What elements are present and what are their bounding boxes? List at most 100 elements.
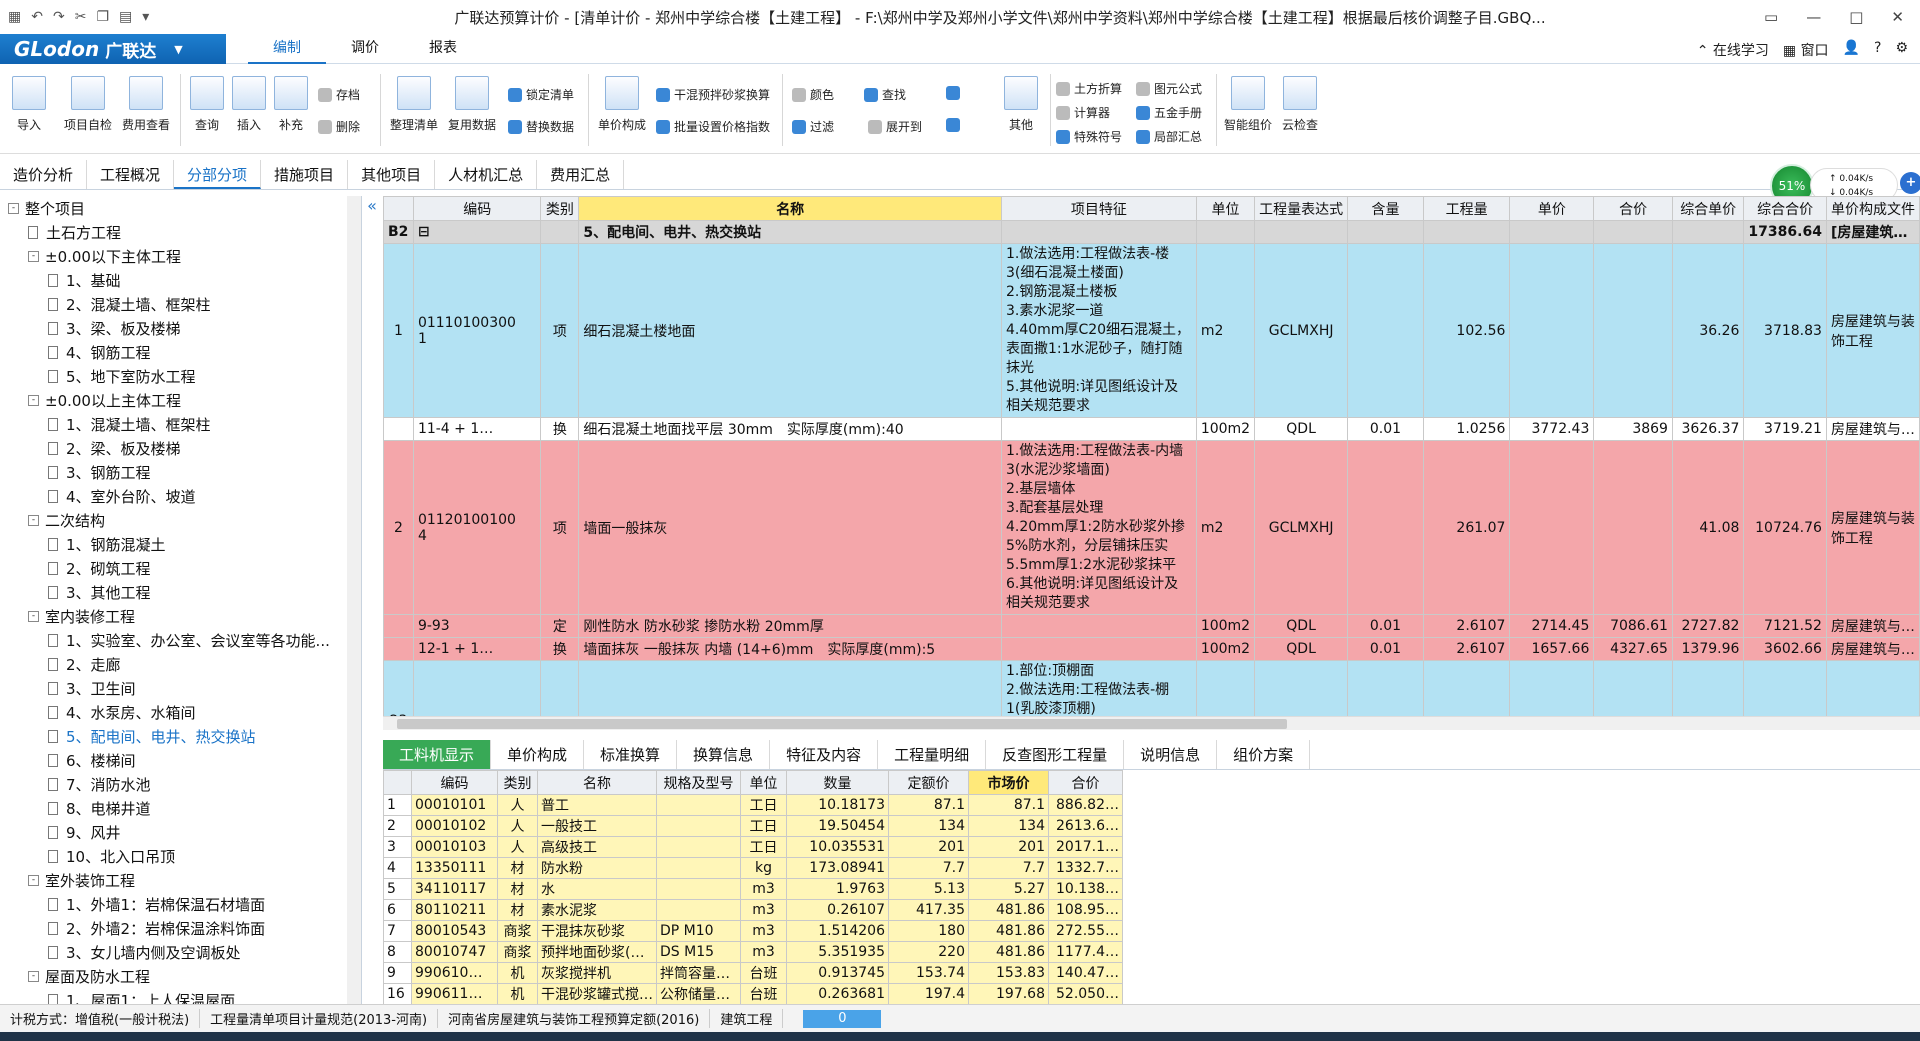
detail-tab[interactable]: 反查图形工程量 xyxy=(986,740,1125,769)
composite-total[interactable]: 3602.66 xyxy=(1743,637,1827,661)
resource-cell[interactable]: 140.47… xyxy=(1048,962,1123,984)
restore-button[interactable]: ▭ xyxy=(1764,8,1778,26)
row-no[interactable]: 2 xyxy=(383,440,414,615)
resource-cell[interactable]: 工日 xyxy=(740,794,787,816)
resource-cell[interactable]: 1.514206 xyxy=(786,920,889,942)
resource-cell[interactable]: 工日 xyxy=(740,836,787,858)
total-price[interactable] xyxy=(1593,440,1673,615)
resource-cell[interactable]: 990611… xyxy=(411,983,498,1005)
resource-cell[interactable]: 机 xyxy=(497,962,538,984)
resource-cell[interactable] xyxy=(656,836,741,858)
qty-expression[interactable]: QDL xyxy=(1254,417,1349,441)
brand-menu[interactable]: GLodon 广联达 ▼ xyxy=(0,34,226,64)
resource-row[interactable]: 5 34110117 材水 m3 1.9763 5.13 5.27 10.138… xyxy=(383,878,1123,900)
resource-cell[interactable]: 2 xyxy=(383,815,412,837)
detail-tab[interactable]: 特征及内容 xyxy=(770,740,879,769)
window-menu[interactable]: ▦ 窗口 xyxy=(1783,40,1829,60)
settings-icon[interactable]: ⚙ xyxy=(1895,40,1908,60)
tree-scrollbar[interactable] xyxy=(347,196,361,1004)
resource-cell[interactable]: 3 xyxy=(383,836,412,858)
resource-row[interactable]: 2 00010102 人一般技工 工日 19.50454 134 134 2613.6… xyxy=(383,815,1123,837)
tree-item[interactable]: 5、配电间、电井、热交换站 xyxy=(0,724,361,748)
tree-item[interactable]: 2、走廊 xyxy=(0,652,361,676)
tree-item[interactable]: 9、风井 xyxy=(0,820,361,844)
resource-cell[interactable] xyxy=(656,815,741,837)
tree-item[interactable]: 3、梁、板及楼梯 xyxy=(0,316,361,340)
qty-expression[interactable]: QDL xyxy=(1254,637,1349,661)
resource-cell[interactable]: 220 xyxy=(888,941,969,963)
maximize-button[interactable]: □ xyxy=(1849,8,1863,26)
tree-item[interactable]: 2、砌筑工程 xyxy=(0,556,361,580)
resource-cell[interactable]: 00010103 xyxy=(411,836,498,858)
self-check-button[interactable]: 项目自检 xyxy=(64,76,112,133)
resource-cell[interactable]: 7 xyxy=(383,920,412,942)
resource-cell[interactable]: 34110117 xyxy=(411,878,498,900)
resource-row[interactable]: 7 80010543 商浆 干混抹灰砂浆 DP M10 m3 1.514206 180 481.… xyxy=(383,920,1123,942)
content[interactable]: 0.01 xyxy=(1347,637,1424,661)
resource-cell[interactable]: 9 xyxy=(383,962,412,984)
resource-cell[interactable]: 普工 xyxy=(537,794,657,816)
resource-cell[interactable]: 00010102 xyxy=(411,815,498,837)
resource-cell[interactable]: 10.18173 xyxy=(786,794,889,816)
tree-item[interactable]: 4、室外台阶、坡道 xyxy=(0,484,361,508)
resource-cell[interactable] xyxy=(656,899,741,921)
tree-item[interactable]: 8、电梯井道 xyxy=(0,796,361,820)
price-file[interactable]: 房屋建筑与… xyxy=(1825,637,1920,661)
expand-toggle-icon[interactable]: - xyxy=(28,970,39,982)
tab-sub-items[interactable]: 分部分项 xyxy=(174,160,262,189)
resource-cell[interactable] xyxy=(656,857,741,879)
resource-cell[interactable]: 481.86 xyxy=(968,941,1049,963)
resource-cell[interactable]: 商浆 xyxy=(497,941,538,963)
reuse-data-button[interactable]: 复用数据 xyxy=(448,76,496,133)
lock-list-button[interactable]: 锁定清单 xyxy=(508,86,574,103)
smart-pricing-button[interactable]: 智能组价 xyxy=(1224,76,1272,133)
unit-price[interactable] xyxy=(1509,660,1595,716)
resource-cell[interactable]: m3 xyxy=(740,899,787,921)
resource-cell[interactable]: m3 xyxy=(740,920,787,942)
composite-total[interactable]: 3719.21 xyxy=(1743,417,1827,441)
quantity[interactable] xyxy=(1422,660,1511,716)
item-kind[interactable]: 定 xyxy=(540,614,580,638)
resource-cell[interactable]: DS M15 xyxy=(656,941,741,963)
unit-price[interactable] xyxy=(1509,440,1595,615)
column-header[interactable]: 类别 xyxy=(540,196,580,221)
column-header[interactable]: 工程量表达式 xyxy=(1254,196,1349,221)
tree-item[interactable]: 2、梁、板及楼梯 xyxy=(0,436,361,460)
table-row[interactable]: 1 01110100300 1 项细石混凝土楼地面 1.做法选用:工程做法表-楼 3(… xyxy=(383,243,1920,418)
query-button[interactable]: 查询 xyxy=(190,76,224,133)
composite-unit-price[interactable]: 3626.37 xyxy=(1671,417,1745,441)
composite-unit-price[interactable] xyxy=(1671,660,1745,716)
total-price[interactable]: 7086.61 xyxy=(1593,614,1673,638)
resource-column-header[interactable]: 合价 xyxy=(1048,770,1123,795)
tree-item[interactable]: 1、屋面1：上人保温屋面 xyxy=(0,988,361,1004)
expand-toggle-icon[interactable]: - xyxy=(28,874,39,886)
resource-cell[interactable]: 134 xyxy=(888,815,969,837)
tree-item[interactable]: - 室内装修工程 xyxy=(0,604,361,628)
detail-tab[interactable]: 工料机显示 xyxy=(383,740,492,769)
resource-cell[interactable]: 台班 xyxy=(740,983,787,1005)
batch-price-index-button[interactable]: 批量设置价格指数 xyxy=(656,118,770,135)
resource-cell[interactable]: 水 xyxy=(537,878,657,900)
paste-icon[interactable]: ▤ xyxy=(119,9,132,25)
resource-cell[interactable]: 481.86 xyxy=(968,899,1049,921)
quantity[interactable]: 2.6107 xyxy=(1422,637,1511,661)
item-code[interactable]: 12-1 + 1… xyxy=(412,637,542,661)
composite-total[interactable]: 7121.52 xyxy=(1743,614,1827,638)
tree-item[interactable]: 4、钢筋工程 xyxy=(0,340,361,364)
row-no[interactable]: 1 xyxy=(383,243,414,418)
column-header[interactable]: 综合合价 xyxy=(1743,196,1827,221)
menu-adjust-price[interactable]: 调价 xyxy=(326,34,404,64)
detail-tab[interactable]: 标准换算 xyxy=(584,740,678,769)
tree-item[interactable]: 6、楼梯间 xyxy=(0,748,361,772)
resource-cell[interactable]: 1177.4… xyxy=(1048,941,1123,963)
tree-item[interactable]: 1、钢筋混凝土 xyxy=(0,532,361,556)
resource-cell[interactable]: 素水泥浆 xyxy=(537,899,657,921)
tree-item[interactable]: 4、水泵房、水箱间 xyxy=(0,700,361,724)
quantity[interactable]: 2.6107 xyxy=(1422,614,1511,638)
composite-total[interactable]: 3718.83 xyxy=(1743,243,1827,418)
user-icon[interactable]: 👤 xyxy=(1843,40,1860,60)
resource-cell[interactable]: 一般技工 xyxy=(537,815,657,837)
detail-tab[interactable]: 换算信息 xyxy=(677,740,771,769)
resource-cell[interactable]: 防水粉 xyxy=(537,857,657,879)
resource-cell[interactable]: 拌筒容量… xyxy=(656,962,741,984)
